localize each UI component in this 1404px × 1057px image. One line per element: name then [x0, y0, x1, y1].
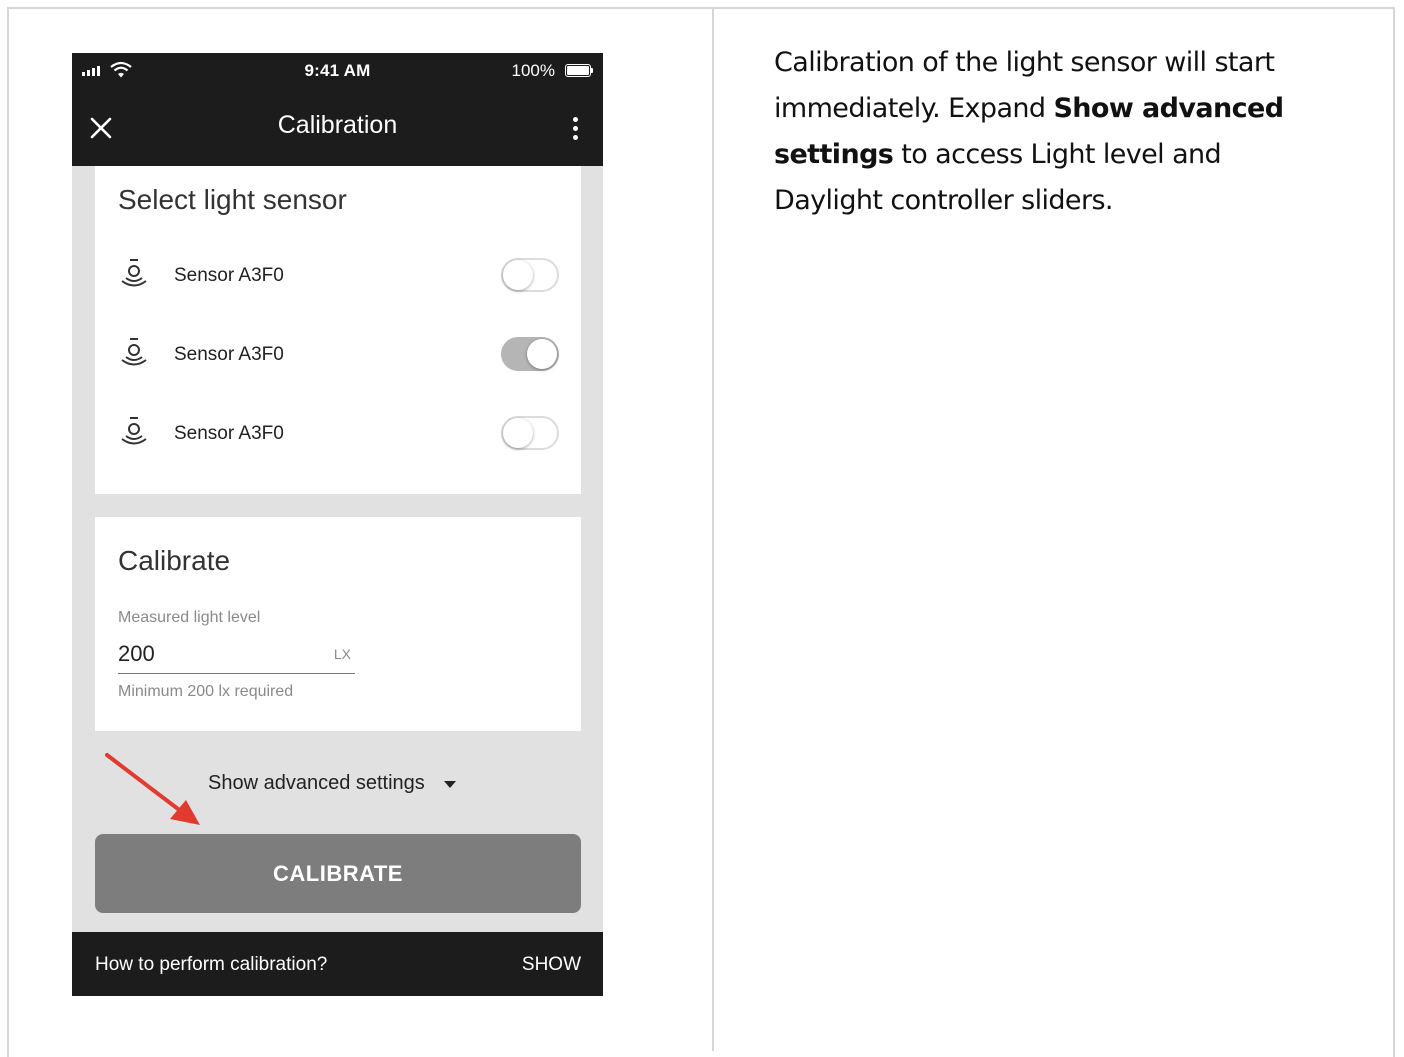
sensor-toggle[interactable]	[501, 337, 559, 371]
light-sensor-icon	[121, 338, 147, 366]
calibrate-card-title: Calibrate	[118, 545, 231, 576]
sensor-name: Sensor A3F0	[174, 265, 284, 286]
advanced-settings-label: Show advanced settings	[208, 772, 425, 794]
annotation-arrow-icon	[105, 753, 200, 825]
light-sensor-icon	[121, 259, 147, 287]
sensor-row[interactable]: Sensor A3F0	[95, 251, 581, 311]
calibrate-card: Calibrate Measured light level 200 LX Mi…	[95, 517, 581, 731]
battery-percentage: 100%	[511, 61, 555, 80]
status-bar: 9:41 AM 100%	[72, 53, 603, 89]
caret-down-icon	[444, 781, 456, 788]
phone-screen: 9:41 AM 100% Calibration Select light se…	[72, 53, 603, 996]
light-sensor-icon	[121, 417, 147, 445]
snackbar-show-button[interactable]: SHOW	[522, 954, 581, 976]
light-level-input[interactable]: 200 LX	[118, 635, 355, 674]
help-snackbar: How to perform calibration? SHOW	[72, 932, 603, 996]
column-divider	[712, 7, 714, 1051]
sensor-name: Sensor A3F0	[174, 423, 284, 444]
light-level-hint: Minimum 200 lx required	[118, 683, 294, 700]
app-bar: Calibration	[72, 89, 603, 166]
light-level-unit: LX	[333, 646, 351, 662]
page-title: Calibration	[277, 111, 398, 139]
more-options-icon[interactable]	[565, 113, 585, 143]
sensor-toggle[interactable]	[501, 258, 559, 292]
sensor-row[interactable]: Sensor A3F0	[95, 330, 581, 390]
sensor-card-title: Select light sensor	[118, 184, 347, 215]
light-level-label: Measured light level	[118, 609, 261, 626]
sensor-select-card: Select light sensor Sensor A3F0 Sensor A…	[95, 166, 581, 494]
snackbar-text: How to perform calibration?	[95, 954, 328, 975]
show-advanced-settings-toggle[interactable]: Show advanced settings	[208, 769, 468, 799]
sensor-name: Sensor A3F0	[174, 344, 284, 365]
light-level-value: 200	[118, 641, 155, 666]
sensor-toggle[interactable]	[501, 416, 559, 450]
battery-icon	[565, 64, 593, 77]
sensor-row[interactable]: Sensor A3F0	[95, 409, 581, 469]
instructions-text: Calibration of the light sensor will sta…	[774, 40, 1334, 224]
calibrate-button[interactable]: CALIBRATE	[95, 834, 581, 913]
